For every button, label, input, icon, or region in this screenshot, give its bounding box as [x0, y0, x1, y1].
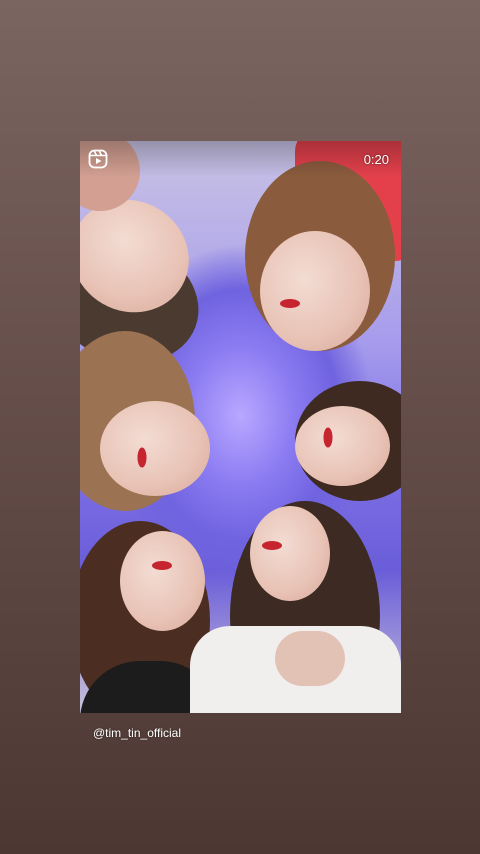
story-media[interactable]: 0:20 — [80, 141, 401, 713]
reels-icon[interactable] — [88, 149, 108, 169]
video-timer: 0:20 — [363, 152, 389, 167]
username-link[interactable]: @tim_tin_official — [93, 726, 181, 740]
story-top-bar: 0:20 — [80, 141, 401, 177]
